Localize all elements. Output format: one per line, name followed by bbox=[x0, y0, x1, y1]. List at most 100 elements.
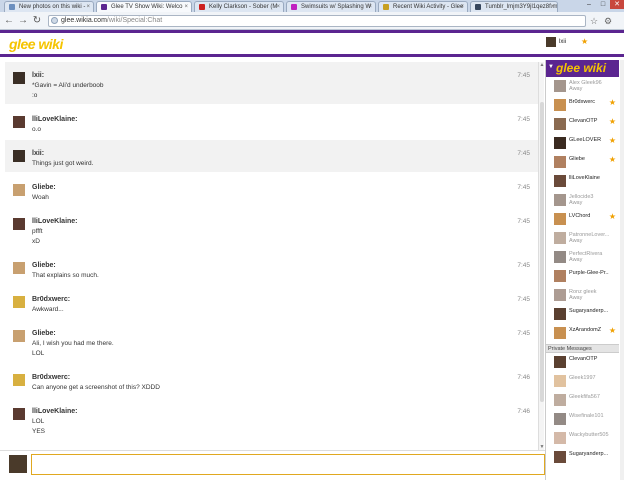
sidebar-user-name: Wackybutter505 bbox=[569, 432, 609, 438]
private-messages-header: Private Messages bbox=[546, 344, 619, 353]
tab-favicon-icon bbox=[9, 4, 15, 10]
tab-close-icon[interactable]: × bbox=[550, 2, 554, 12]
sidebar-user[interactable]: ClevanOTP bbox=[546, 353, 619, 372]
browser-tab[interactable]: Glee TV Show Wiki: Welco × bbox=[96, 1, 192, 12]
avatar[interactable] bbox=[13, 150, 25, 162]
maximize-icon[interactable]: □ bbox=[596, 0, 610, 9]
star-icon: ★ bbox=[581, 37, 589, 46]
avatar[interactable] bbox=[13, 330, 25, 342]
sidebar-user[interactable]: lliLoveKlaine bbox=[546, 172, 619, 191]
sidebar-user[interactable]: ClevanOTP ★ bbox=[546, 115, 619, 134]
sidebar-user[interactable]: Gleekfifa567 bbox=[546, 391, 619, 410]
scroll-thumb[interactable] bbox=[540, 102, 544, 402]
back-icon[interactable]: ← bbox=[3, 15, 15, 27]
sidebar-user[interactable]: LVChord ★ bbox=[546, 210, 619, 229]
avatar[interactable] bbox=[13, 374, 25, 386]
avatar[interactable] bbox=[13, 184, 25, 196]
message-username[interactable]: lxii: bbox=[32, 72, 44, 79]
message-line: Things just got weird. bbox=[32, 160, 94, 167]
message-username[interactable]: lliLoveKlaine: bbox=[32, 218, 78, 225]
sidebar-user[interactable]: GLeeLOVER ★ bbox=[546, 134, 619, 153]
tab-close-icon[interactable]: × bbox=[86, 2, 90, 12]
wiki-room-tab[interactable]: ▼ glee wiki bbox=[546, 60, 619, 77]
message-input[interactable] bbox=[31, 454, 545, 475]
message-timestamp: 7:45 bbox=[517, 116, 530, 123]
message-timestamp: 7:45 bbox=[517, 262, 530, 269]
sidebar-user-name: Gleek1997 bbox=[569, 375, 596, 381]
tab-close-icon[interactable]: × bbox=[460, 2, 464, 12]
sidebar-user[interactable]: Sugaryanderp... bbox=[546, 448, 619, 467]
sidebar-user[interactable]: PatronneLover... Away bbox=[546, 229, 619, 248]
sidebar-user-status: Away bbox=[569, 200, 583, 206]
message-line: :o bbox=[32, 92, 38, 99]
browser-tab[interactable]: Swimsuits w/ Splashing W × bbox=[286, 1, 376, 12]
message-timestamp: 7:45 bbox=[517, 184, 530, 191]
message-timestamp: 7:46 bbox=[517, 408, 530, 415]
sidebar-user-status: Away bbox=[569, 238, 583, 244]
bookmark-star-icon[interactable]: ☆ bbox=[590, 15, 598, 27]
message-username[interactable]: Gliebe: bbox=[32, 262, 56, 269]
message-text: Woah bbox=[32, 193, 49, 203]
sidebar-user[interactable]: XzArandomZ ★ bbox=[546, 324, 619, 343]
sidebar-user-name: LVChord bbox=[569, 213, 591, 219]
message-text: LOL YES bbox=[32, 417, 45, 437]
address-bar[interactable]: glee.wikia.com/wiki/Special:Chat bbox=[48, 15, 586, 27]
chat-message: Br0dxwerc: 7:46 Can anyone get a screensho… bbox=[5, 364, 538, 396]
browser-tab-bar: New photos on this wiki - × Glee TV Show W… bbox=[0, 0, 624, 12]
sidebar-user[interactable]: Jellocide3 Away bbox=[546, 191, 619, 210]
sidebar-user[interactable]: Wackybutter505 bbox=[546, 429, 619, 448]
browser-tab[interactable]: Kelly Clarkson - Sober (M × bbox=[194, 1, 284, 12]
chat-scrollbar[interactable]: ▲ ▼ bbox=[538, 62, 544, 450]
forward-icon[interactable]: → bbox=[17, 15, 29, 27]
sidebar-user[interactable]: Purple-Glee-Pr... bbox=[546, 267, 619, 286]
avatar[interactable] bbox=[13, 262, 25, 274]
avatar[interactable] bbox=[13, 296, 25, 308]
glee-wiki-logo[interactable]: glee wiki bbox=[9, 36, 63, 52]
chat-message: Gliebe: 7:45 Woah bbox=[5, 174, 538, 206]
star-icon: ★ bbox=[608, 155, 616, 164]
avatar bbox=[554, 232, 566, 244]
message-username[interactable]: lxii: bbox=[32, 150, 44, 157]
sidebar-user[interactable]: Sugaryanderp... bbox=[546, 305, 619, 324]
wiki-header: glee wiki lxii ★ bbox=[0, 30, 624, 57]
browser-tab[interactable]: Tumblr_lmjm3Y9jl1qez8f.m × bbox=[470, 1, 558, 12]
message-timestamp: 7:46 bbox=[517, 374, 530, 381]
avatar[interactable] bbox=[13, 72, 25, 84]
tab-label: Kelly Clarkson - Sober (M bbox=[209, 4, 278, 10]
close-window-icon[interactable]: ✕ bbox=[610, 0, 624, 9]
sidebar-user[interactable]: Wisefinale101 bbox=[546, 410, 619, 429]
message-username[interactable]: Br0dxwerc: bbox=[32, 374, 70, 381]
sidebar-scrollbar[interactable] bbox=[620, 60, 624, 480]
message-input-bar bbox=[0, 450, 545, 480]
browser-tab[interactable]: New photos on this wiki - × bbox=[4, 1, 94, 12]
collapse-arrow-icon[interactable]: ▼ bbox=[548, 64, 554, 70]
tab-close-icon[interactable]: × bbox=[184, 2, 188, 12]
tab-close-icon[interactable]: × bbox=[368, 2, 372, 12]
sidebar-user[interactable]: Ronz gleek Away bbox=[546, 286, 619, 305]
message-username[interactable]: Br0dxwerc: bbox=[32, 296, 70, 303]
current-user[interactable]: lxii ★ bbox=[546, 37, 588, 47]
avatar[interactable] bbox=[13, 218, 25, 230]
message-username[interactable]: lliLoveKlaine: bbox=[32, 116, 78, 123]
message-username[interactable]: lliLoveKlaine: bbox=[32, 408, 78, 415]
message-line: Can anyone get a screenshot of this? XDD… bbox=[32, 384, 160, 391]
tab-close-icon[interactable]: × bbox=[276, 2, 280, 12]
message-text: That explains so much. bbox=[32, 271, 99, 281]
message-username[interactable]: Gliebe: bbox=[32, 330, 56, 337]
sidebar-user[interactable]: Gleek1997 bbox=[546, 372, 619, 391]
message-line: LOL bbox=[32, 418, 45, 425]
browser-tab[interactable]: Recent Wiki Activity - Glee × bbox=[378, 1, 468, 12]
wrench-icon[interactable]: ⚙ bbox=[604, 15, 612, 27]
reload-icon[interactable]: ↻ bbox=[31, 15, 43, 27]
sidebar-user[interactable]: Br0dxwerc ★ bbox=[546, 96, 619, 115]
chat-message: lxii: 7:45 *Gavin = Ali'd underboob:o bbox=[5, 62, 538, 104]
sidebar-user[interactable]: Alex Gleek96 Away bbox=[546, 77, 619, 96]
avatar bbox=[554, 375, 566, 387]
message-text: Awkward... bbox=[32, 305, 64, 315]
avatar[interactable] bbox=[13, 408, 25, 420]
sidebar-user[interactable]: PerfectRivera Away bbox=[546, 248, 619, 267]
message-username[interactable]: Gliebe: bbox=[32, 184, 56, 191]
minimize-icon[interactable]: – bbox=[582, 0, 596, 9]
avatar[interactable] bbox=[13, 116, 25, 128]
sidebar-user[interactable]: Gliebe ★ bbox=[546, 153, 619, 172]
